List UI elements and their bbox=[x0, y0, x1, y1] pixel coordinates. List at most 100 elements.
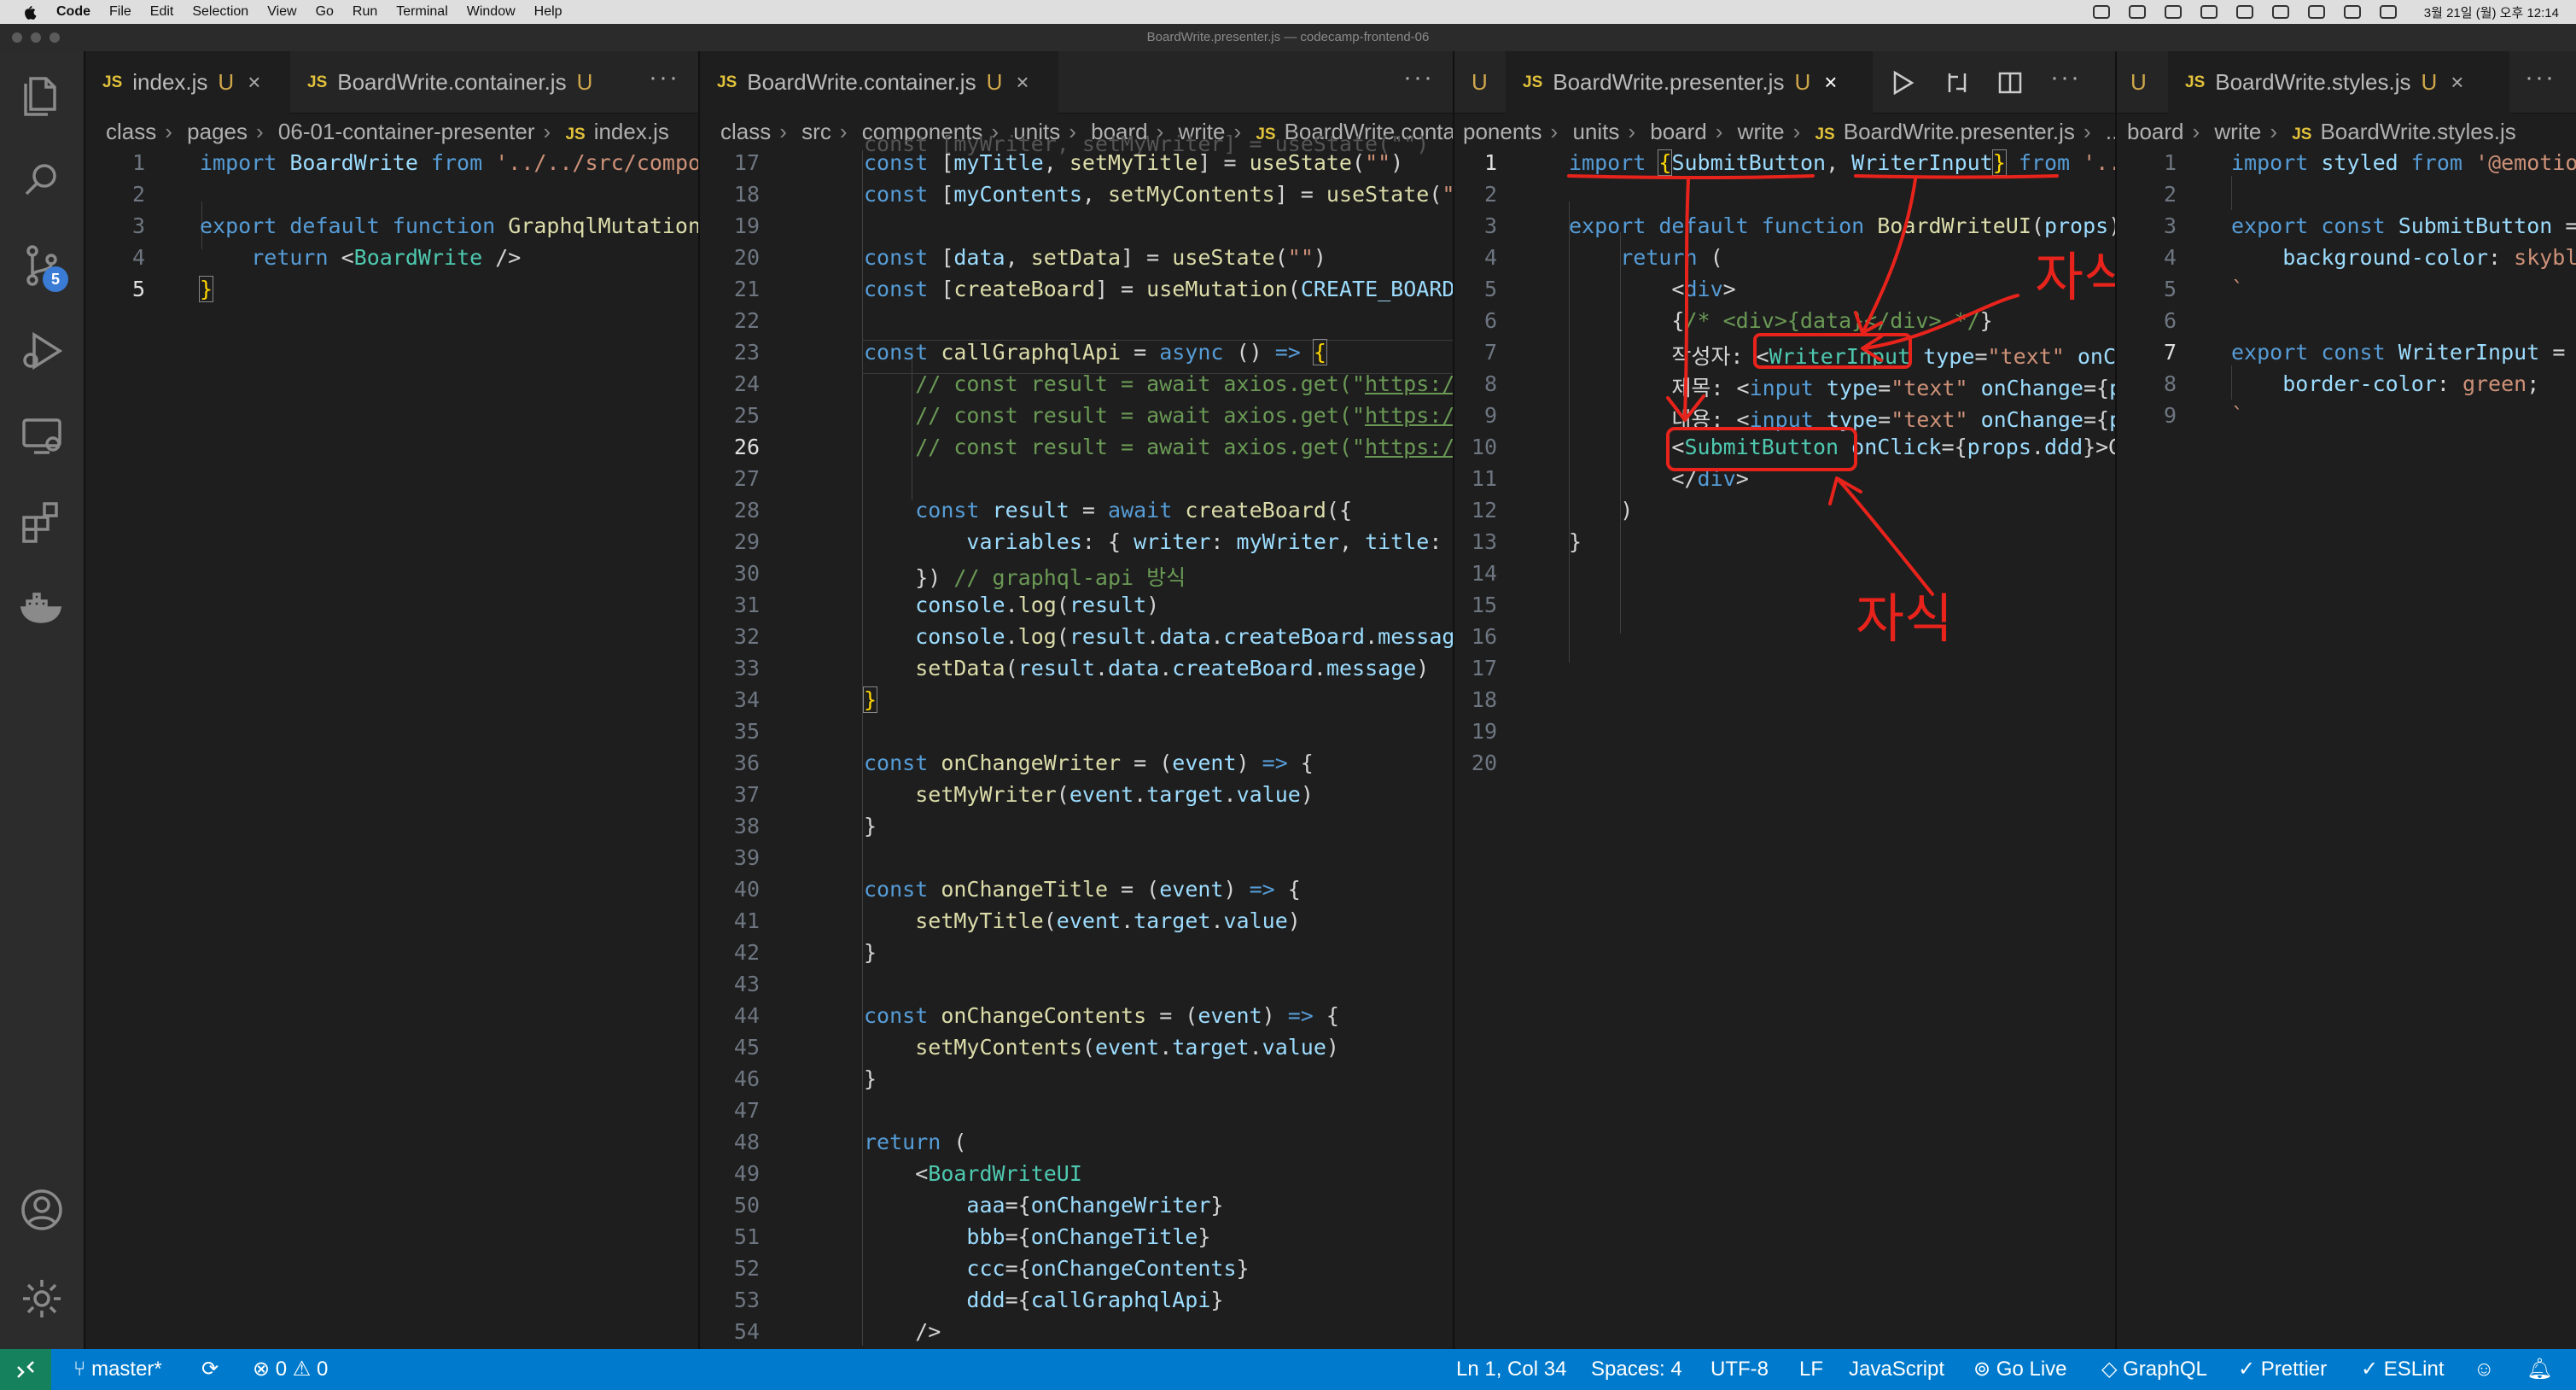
menu-run[interactable]: Run bbox=[353, 4, 377, 20]
menu-code[interactable]: Code bbox=[56, 4, 90, 20]
indentation-status[interactable]: Spaces: 4 bbox=[1591, 1349, 1682, 1390]
breadcrumb-item[interactable]: 06-01-container-presenter bbox=[278, 119, 535, 144]
window-title: BoardWrite.presenter.js — codecamp-front… bbox=[1146, 30, 1430, 44]
more-actions-button[interactable]: ··· bbox=[2050, 63, 2081, 92]
menu-window[interactable]: Window bbox=[467, 4, 516, 20]
status-icon[interactable] bbox=[2200, 5, 2218, 19]
battery-icon[interactable] bbox=[2271, 5, 2289, 19]
branch-status[interactable]: ⑂ master* bbox=[73, 1349, 162, 1390]
status-icon[interactable] bbox=[2092, 5, 2110, 19]
remote-indicator[interactable] bbox=[0, 1349, 51, 1390]
breadcrumb-item[interactable]: ponents bbox=[1463, 119, 1542, 144]
graphql-status[interactable]: ◇ GraphQL bbox=[2101, 1349, 2207, 1390]
apple-icon[interactable] bbox=[20, 3, 38, 20]
status-icon[interactable] bbox=[2235, 5, 2253, 19]
code-editor[interactable]: 1 import {SubmitButton, WriterInput} fro… bbox=[1454, 149, 2115, 1349]
zoom-window-button[interactable] bbox=[50, 32, 60, 43]
tab-bar: U JS BoardWrite.styles.js U × ··· bbox=[2117, 51, 2576, 114]
search-icon[interactable] bbox=[2343, 5, 2361, 19]
line-number: 13 bbox=[1471, 529, 1497, 554]
status-icon[interactable] bbox=[2164, 5, 2182, 19]
compare-changes-icon[interactable] bbox=[1944, 70, 1970, 96]
extensions-icon[interactable] bbox=[17, 497, 67, 546]
breadcrumb-item[interactable]: class bbox=[106, 119, 156, 144]
menu-terminal[interactable]: Terminal bbox=[396, 4, 447, 20]
minimize-window-button[interactable] bbox=[31, 32, 41, 43]
breadcrumb-item[interactable]: src bbox=[801, 119, 831, 144]
macos-menubar: Code File Edit Selection View Go Run Ter… bbox=[0, 0, 2576, 24]
code-line: // const result = await axios.get("https… bbox=[864, 371, 1453, 396]
menu-edit[interactable]: Edit bbox=[150, 4, 174, 20]
eol-status[interactable]: LF bbox=[1799, 1349, 1823, 1390]
breadcrumb-item[interactable]: index.js bbox=[594, 119, 669, 144]
split-editor-icon[interactable] bbox=[1997, 70, 2023, 96]
code-line: const [myContents, setMyContents] = useS… bbox=[864, 182, 1453, 207]
source-control-badge: 5 bbox=[43, 266, 68, 292]
close-icon[interactable]: × bbox=[1016, 69, 1029, 96]
close-icon[interactable]: × bbox=[248, 69, 260, 96]
control-center-icon[interactable] bbox=[2379, 5, 2397, 19]
breadcrumb-item[interactable]: units bbox=[1572, 119, 1619, 144]
code-editor[interactable]: 1 import BoardWrite from '../../src/comp… bbox=[85, 150, 698, 1349]
line-number: 39 bbox=[733, 845, 760, 870]
gear-icon[interactable] bbox=[17, 1274, 67, 1323]
close-icon[interactable]: × bbox=[2451, 69, 2463, 96]
menubar-clock[interactable]: 3월 21일 (월) 오후 12:14 bbox=[2424, 3, 2559, 21]
search-icon[interactable] bbox=[17, 155, 67, 205]
more-actions-button[interactable]: ··· bbox=[1403, 63, 1434, 92]
editor-group-presenter: U JS BoardWrite.presenter.js U × ··· pon… bbox=[1453, 51, 2115, 1349]
breadcrumb-item[interactable]: write bbox=[2214, 119, 2261, 144]
tab-boardwrite-presenter-js[interactable]: JS BoardWrite.presenter.js U × bbox=[1506, 51, 1873, 114]
run-debug-icon[interactable] bbox=[17, 326, 67, 376]
breadcrumb-item[interactable]: board bbox=[1650, 119, 1707, 144]
wifi-icon[interactable] bbox=[2307, 5, 2325, 19]
encoding-status[interactable]: UTF-8 bbox=[1711, 1349, 1769, 1390]
menu-help[interactable]: Help bbox=[534, 4, 562, 20]
feedback-icon[interactable]: ☺ bbox=[2474, 1349, 2495, 1390]
cursor-position[interactable]: Ln 1, Col 34 bbox=[1456, 1349, 1566, 1390]
prettier-status[interactable]: ✓ Prettier bbox=[2238, 1349, 2327, 1390]
tab-previous[interactable]: U bbox=[2117, 51, 2168, 114]
menu-file[interactable]: File bbox=[109, 4, 131, 20]
tab-boardwrite-styles-js[interactable]: JS BoardWrite.styles.js U × bbox=[2168, 51, 2509, 114]
accounts-icon[interactable] bbox=[17, 1185, 67, 1235]
code-line: border-color: green; bbox=[2282, 371, 2540, 396]
breadcrumb-item[interactable]: BoardWrite.presenter.js bbox=[1844, 119, 2075, 144]
breadcrumb-item[interactable]: BoardWrite.styles.js bbox=[2320, 119, 2515, 144]
menu-go[interactable]: Go bbox=[316, 4, 334, 20]
run-icon[interactable] bbox=[1890, 70, 1915, 96]
close-window-button[interactable] bbox=[12, 32, 22, 43]
remote-explorer-icon[interactable] bbox=[17, 412, 67, 461]
sync-icon[interactable]: ⟳ bbox=[201, 1349, 219, 1390]
status-icon[interactable] bbox=[2128, 5, 2146, 19]
source-control-icon[interactable]: 5 bbox=[17, 241, 68, 292]
breadcrumb-item[interactable]: board bbox=[2127, 119, 2184, 144]
line-number: 28 bbox=[733, 498, 760, 523]
breadcrumb-item[interactable]: pages bbox=[187, 119, 248, 144]
language-mode[interactable]: JavaScript bbox=[1849, 1349, 1944, 1390]
tab-previous[interactable]: U bbox=[1454, 51, 1506, 114]
close-icon[interactable]: × bbox=[1824, 69, 1837, 96]
explorer-icon[interactable] bbox=[17, 70, 67, 120]
docker-icon[interactable] bbox=[17, 582, 67, 632]
breadcrumb-item[interactable]: ... bbox=[2106, 119, 2115, 144]
eslint-status[interactable]: ✓ ESLint bbox=[2361, 1349, 2445, 1390]
problems-status[interactable]: ⊗ 0 ⚠ 0 bbox=[253, 1349, 328, 1390]
tab-boardwrite-container-js[interactable]: JS BoardWrite.container.js U bbox=[290, 51, 649, 114]
more-actions-button[interactable]: ··· bbox=[649, 63, 679, 92]
code-editor[interactable]: const [myWriter, setMyWriter] = useState… bbox=[700, 131, 1453, 1349]
breadcrumb-item[interactable]: class bbox=[720, 119, 771, 144]
breadcrumb-item[interactable]: write bbox=[1738, 119, 1785, 144]
menu-selection[interactable]: Selection bbox=[192, 4, 248, 20]
menu-view[interactable]: View bbox=[267, 4, 296, 20]
tab-index-js[interactable]: JS index.js U × bbox=[85, 51, 290, 114]
tab-boardwrite-container-js[interactable]: JS BoardWrite.container.js U × bbox=[700, 51, 1058, 114]
go-live-button[interactable]: ⊚ Go Live bbox=[1973, 1349, 2067, 1390]
line-number: 46 bbox=[733, 1066, 760, 1091]
code-editor[interactable]: 1 import styled from '@emotion 2 3 expor… bbox=[2117, 150, 2576, 1349]
line-number: 43 bbox=[733, 972, 760, 996]
code-line: ddd={callGraphqlApi} bbox=[966, 1288, 1224, 1312]
bell-icon[interactable]: 🔔︎ bbox=[2526, 1349, 2552, 1390]
more-actions-button[interactable]: ··· bbox=[2525, 63, 2556, 92]
line-number: 9 bbox=[1483, 403, 1497, 428]
